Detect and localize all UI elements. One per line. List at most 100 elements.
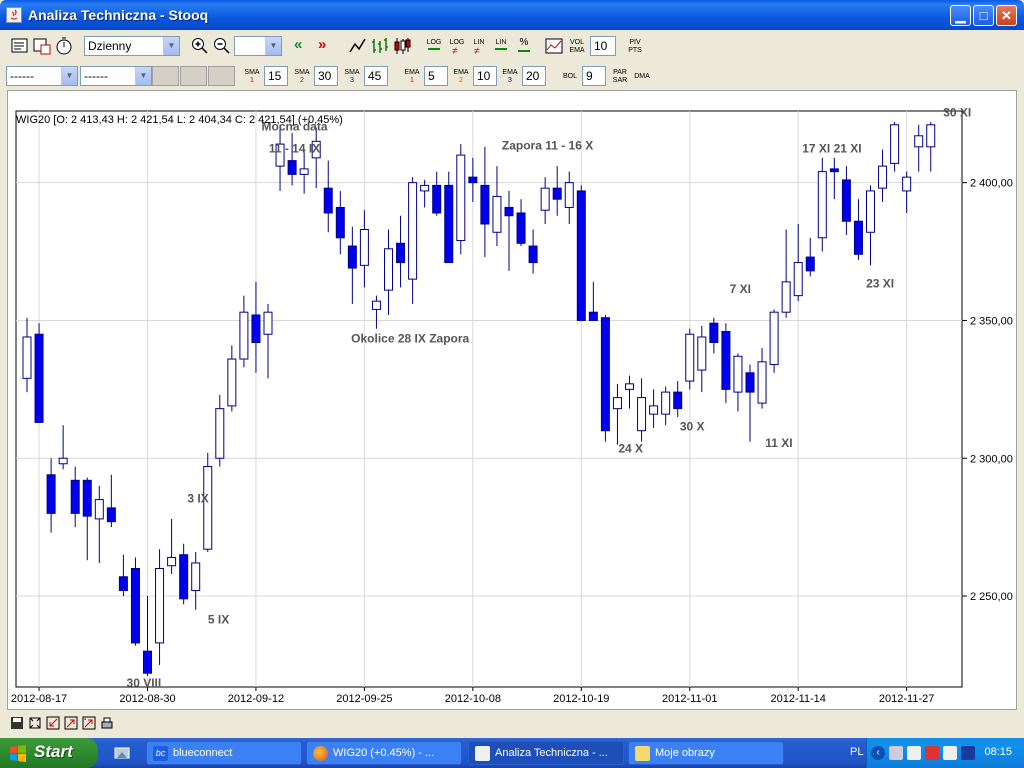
chart-annotation: 24 X	[618, 442, 643, 456]
maximize-icon: □	[979, 8, 988, 23]
volume-chart-icon[interactable]	[544, 36, 564, 56]
task-analiza-techniczna[interactable]: Analiza Techniczna - ...	[468, 741, 624, 765]
vol-ema-button[interactable]: VOL EMA	[566, 36, 588, 56]
task-moje-obrazy[interactable]: Moje obrazy	[628, 741, 784, 765]
chart-panel[interactable]: Mocna data 11 - 14 IX Zapora 11 - 16 X 17 X…	[7, 90, 1017, 710]
print-icon[interactable]	[100, 716, 114, 730]
print-chart-icon[interactable]	[32, 36, 52, 56]
shrink-icon[interactable]	[46, 716, 60, 730]
ema1-button[interactable]: EMA 1	[402, 66, 422, 86]
bluetooth-icon[interactable]	[961, 746, 975, 760]
chart-settings-icon[interactable]	[10, 36, 30, 56]
minimize-button[interactable]: ▁	[950, 5, 971, 26]
lin-scale-button[interactable]: LIN	[491, 36, 511, 56]
candlestick-chart-icon[interactable]	[392, 36, 412, 56]
sma2-input[interactable]: 30	[314, 66, 338, 86]
task-label: Analiza Techniczna - ...	[495, 747, 608, 759]
ohlc-chart-icon[interactable]	[370, 36, 390, 56]
candle-up	[661, 391, 671, 415]
candle-up	[58, 457, 68, 465]
indicator-select-1[interactable]: ------ ▼	[6, 66, 78, 86]
candle-down	[745, 372, 755, 393]
not-equal-icon: ≠	[452, 46, 458, 57]
title-bar[interactable]: Analiza Techniczna - Stooq ▁ □ ✕	[0, 0, 1024, 30]
dma-button[interactable]: DMA	[632, 66, 652, 86]
ema-label: EMA	[404, 69, 420, 76]
bollinger-button[interactable]: BOL	[560, 66, 580, 86]
interval-select-value: Dzienny	[88, 39, 132, 53]
candle-up	[456, 154, 466, 242]
sma2-button[interactable]: SMA 2	[292, 66, 312, 86]
chart-annotation: 7 XI	[730, 282, 751, 296]
x-tick-label: 2012-11-01	[662, 693, 717, 705]
monitor-icon[interactable]	[943, 746, 957, 760]
line-chart-icon[interactable]	[348, 36, 368, 56]
log-scale-button[interactable]: LOG	[424, 36, 444, 56]
x-tick-label: 2012-10-08	[445, 693, 501, 705]
candle-up	[215, 408, 225, 459]
indicator-slot-3[interactable]	[208, 66, 235, 86]
lin-label: LIN	[495, 39, 507, 46]
zoom-out-icon[interactable]	[212, 36, 232, 56]
parabolic-sar-button[interactable]: PAR SAR	[610, 66, 630, 86]
java-app-icon	[475, 746, 490, 761]
chart-annotation: 11 - 14 IX	[269, 141, 320, 155]
close-button[interactable]: ✕	[996, 5, 1017, 26]
candle-down	[70, 479, 80, 514]
speaker-icon[interactable]	[907, 746, 921, 760]
sma1-button[interactable]: SMA 1	[242, 66, 262, 86]
sma3-input[interactable]: 45	[364, 66, 388, 86]
minimize-icon: ▁	[955, 8, 966, 23]
candle-up	[769, 311, 779, 366]
candle-up	[22, 336, 32, 379]
pivot-points-button[interactable]: PIV PTS	[624, 36, 646, 56]
interval-select[interactable]: Dzienny ▼	[84, 36, 180, 56]
network-icon[interactable]	[889, 746, 903, 760]
candle-up	[685, 333, 695, 382]
vol-ema-input[interactable]: 10	[590, 36, 616, 56]
log-diff-button[interactable]: LOG ≠	[447, 36, 467, 57]
export-icon[interactable]	[82, 716, 96, 730]
ema3-input[interactable]: 20	[522, 66, 546, 86]
bollinger-input[interactable]: 9	[582, 66, 606, 86]
indicator-slot-2[interactable]	[180, 66, 207, 86]
sma1-input[interactable]: 15	[264, 66, 288, 86]
sma3-button[interactable]: SMA 3	[342, 66, 362, 86]
tray-expand-icon[interactable]: ‹	[871, 746, 885, 760]
ema1-input[interactable]: 5	[424, 66, 448, 86]
candle-down	[335, 206, 345, 239]
candle-down	[287, 160, 297, 175]
maximize-button[interactable]: □	[973, 5, 994, 26]
percent-button[interactable]: %	[514, 36, 534, 56]
scroll-right-icon[interactable]: »	[318, 36, 338, 56]
expand-icon[interactable]	[64, 716, 78, 730]
language-indicator[interactable]: PL	[850, 746, 863, 758]
candle-up	[757, 361, 767, 404]
ema-label: EMA	[502, 69, 518, 76]
start-button[interactable]: Start	[0, 738, 98, 768]
candle-down	[600, 317, 610, 432]
candle-down	[576, 190, 586, 321]
ema3-button[interactable]: EMA 3	[500, 66, 520, 86]
stopwatch-icon[interactable]	[54, 36, 74, 56]
fit-screen-icon[interactable]	[28, 716, 42, 730]
scroll-left-icon[interactable]: «	[294, 36, 314, 56]
show-desktop-icon[interactable]	[114, 745, 130, 761]
candle-down	[853, 220, 863, 255]
chart-annotation: 5 IX	[208, 613, 229, 627]
lin-diff-button[interactable]: LIN ≠	[469, 36, 489, 57]
task-firefox[interactable]: WIG20 (+0.45%) - ...	[306, 741, 462, 765]
x-tick-label: 2012-09-12	[228, 693, 284, 705]
candlestick-chart[interactable]: Mocna data11 - 14 IX Zapora 11 - 16 X 17 X…	[8, 91, 1016, 709]
alert-icon[interactable]	[925, 746, 939, 760]
candle-down	[673, 391, 683, 410]
task-blueconnect[interactable]: bc blueconnect	[146, 741, 302, 765]
indicator-select-2[interactable]: ------ ▼	[80, 66, 152, 86]
save-icon[interactable]	[10, 716, 24, 730]
candle-up	[612, 397, 622, 410]
ema2-button[interactable]: EMA 2	[451, 66, 471, 86]
zoom-in-icon[interactable]	[190, 36, 210, 56]
ema2-input[interactable]: 10	[473, 66, 497, 86]
zoom-select[interactable]: ▼	[234, 36, 282, 56]
indicator-slot-1[interactable]	[152, 66, 179, 86]
